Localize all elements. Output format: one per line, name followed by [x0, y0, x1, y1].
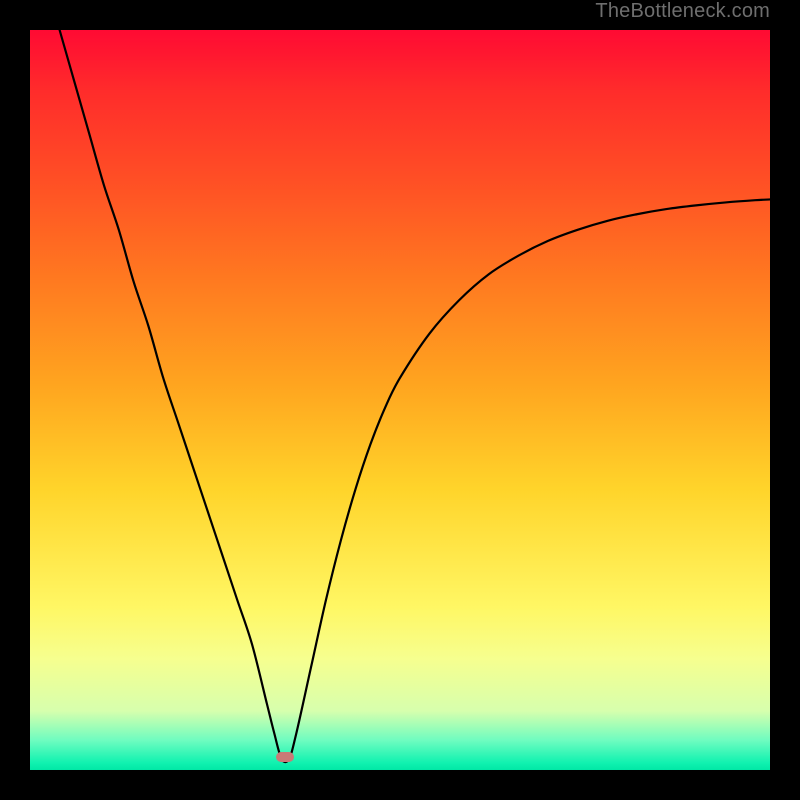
curve-minimum-marker [276, 752, 294, 762]
bottleneck-curve [30, 30, 770, 770]
plot-area [30, 30, 770, 770]
chart-frame: TheBottleneck.com [0, 0, 800, 800]
watermark-text: TheBottleneck.com [595, 0, 770, 23]
